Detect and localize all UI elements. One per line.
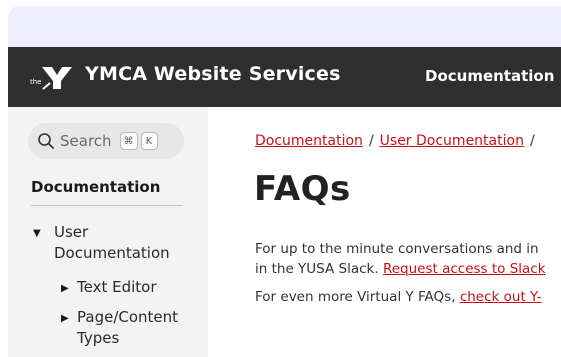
brand-name[interactable]: YMCA Website Services xyxy=(85,63,341,85)
announcement-band xyxy=(8,6,561,47)
sidebar-item-page-content-types[interactable]: Page/Content Types xyxy=(77,307,178,349)
main-content: Documentation / User Documentation / FAQs F… xyxy=(208,107,561,357)
caret-down-icon[interactable]: ▼ xyxy=(33,228,41,239)
paragraph-text: For even more Virtual Y FAQs, xyxy=(255,289,456,305)
nav-documentation[interactable]: Documentation xyxy=(425,67,554,85)
breadcrumb-separator: / xyxy=(368,133,374,149)
sidebar-item-label: Documentation xyxy=(54,244,170,262)
logo-the-text: the xyxy=(30,78,42,86)
request-slack-access-link[interactable]: Request access to Slack xyxy=(383,261,546,277)
ymca-logo-icon[interactable]: the xyxy=(28,63,78,91)
site-header: the YMCA Website Services Documentation xyxy=(8,47,561,107)
sidebar-heading[interactable]: Documentation xyxy=(31,178,160,196)
page-title: FAQs xyxy=(254,169,351,209)
cmd-key: ⌘ xyxy=(119,132,138,150)
breadcrumb-separator: / xyxy=(529,133,535,149)
sidebar-item-label: Text Editor xyxy=(77,278,157,296)
intro-paragraph: For up to the minute conversations and i… xyxy=(255,239,546,279)
sidebar-item-label: User xyxy=(54,223,89,241)
breadcrumb-documentation[interactable]: Documentation xyxy=(255,133,363,149)
search-button[interactable]: Search ⌘ K xyxy=(28,123,184,159)
paragraph-text: in the YUSA Slack. xyxy=(255,261,379,277)
sidebar-item-text-editor[interactable]: Text Editor xyxy=(77,277,157,298)
caret-right-icon[interactable]: ▶ xyxy=(61,313,69,324)
sidebar-divider xyxy=(31,205,183,206)
k-key: K xyxy=(140,132,158,150)
sidebar-item-label: Page/Content xyxy=(77,308,179,326)
virtual-y-faqs-link[interactable]: check out Y- xyxy=(460,289,542,305)
virtual-y-paragraph: For even more Virtual Y FAQs, check out … xyxy=(255,287,542,307)
sidebar-item-user-documentation[interactable]: User Documentation xyxy=(54,222,170,264)
search-label: Search xyxy=(60,132,112,150)
search-icon xyxy=(38,133,54,149)
paragraph-line: For up to the minute conversations and i… xyxy=(255,241,539,257)
sidebar: Search ⌘ K Documentation ▼ User Document… xyxy=(8,107,208,357)
breadcrumb: Documentation / User Documentation / xyxy=(255,133,541,149)
search-shortcut: ⌘ K xyxy=(119,132,158,150)
sidebar-item-label: Types xyxy=(77,329,120,347)
paragraph-line: in the YUSA Slack. Request access to Sla… xyxy=(255,259,546,279)
breadcrumb-user-documentation[interactable]: User Documentation xyxy=(380,133,524,149)
caret-right-icon[interactable]: ▶ xyxy=(61,283,69,294)
